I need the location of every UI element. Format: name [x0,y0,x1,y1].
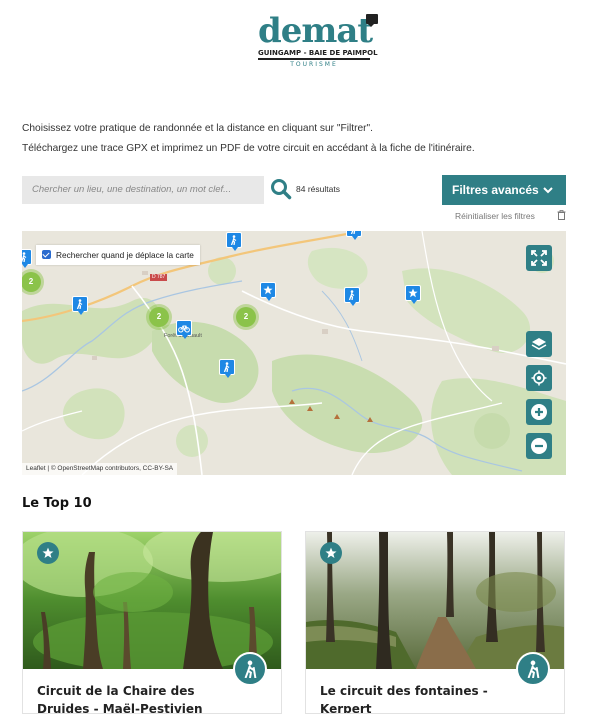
trail-photo [306,532,564,669]
trail-map[interactable]: Forêt de Duault D 787 Rechercher quand j… [22,231,566,475]
map-cluster[interactable]: 2 [149,307,169,327]
map-cluster[interactable]: 2 [236,307,256,327]
hiker-icon [230,235,237,245]
search-button[interactable] [270,178,292,200]
chevron-down-icon [543,187,553,194]
activity-badge [516,652,550,686]
map-marker[interactable] [346,231,362,240]
map-tiles [22,231,566,475]
logo-divider [258,58,370,60]
fullscreen-icon [531,250,547,266]
intro-line-2: Téléchargez une trace GPX et imprimez un… [22,143,475,154]
zoom-out-button[interactable] [526,433,552,459]
layers-button[interactable] [526,331,552,357]
map-marker[interactable] [260,282,276,301]
trail-title[interactable]: Le circuit des fontaines - Kerpert [320,682,520,713]
map-marker[interactable] [344,287,360,306]
locate-icon [531,370,547,386]
map-attribution[interactable]: Leaflet | © OpenStreetMap contributors, … [22,463,178,475]
search-input[interactable]: Chercher un lieu, une destination, un mo… [22,176,264,204]
intro-text: Choisissez votre pratique de randonnée e… [22,119,582,159]
featured-badge [320,542,342,564]
logo-tagline: TOURISME [290,61,338,68]
logo-badge [366,14,378,27]
hiker-icon [244,660,257,678]
fullscreen-button[interactable] [526,245,552,271]
locate-button[interactable] [526,365,552,391]
map-marker[interactable] [72,296,88,315]
featured-badge [37,542,59,564]
map-marker[interactable] [219,359,235,378]
star-icon [42,547,54,559]
trail-title[interactable]: Circuit de la Chaire des Druides - Maël-… [37,682,237,713]
search-on-move-label: Rechercher quand je déplace la carte [56,250,194,260]
star-icon [263,285,273,295]
intro-line-1: Choisissez votre pratique de randonnée e… [22,123,373,134]
hiker-icon [22,252,27,262]
hiker-icon [348,290,355,300]
reset-filters-link[interactable]: Réinitialiser les filtres [455,211,535,221]
result-count: 84 résultats [296,184,340,194]
search-on-move-checkbox[interactable]: Rechercher quand je déplace la carte [36,245,200,265]
map-marker[interactable] [226,232,242,251]
zoom-out-icon [531,438,547,454]
trail-photo [23,532,281,669]
trail-card[interactable]: Circuit de la Chaire des Druides - Maël-… [22,531,282,714]
zoom-in-icon [531,404,547,420]
checkbox-checked-icon [42,250,51,259]
map-marker[interactable] [176,320,192,339]
map-marker[interactable] [405,285,421,304]
logo-subtitle: GUINGAMP - BAIE DE PAIMPOL [258,49,378,57]
hiker-icon [527,660,540,678]
advanced-filters-button[interactable]: Filtres avancés [442,175,566,205]
advanced-filters-label: Filtres avancés [452,183,539,197]
map-marker[interactable] [22,249,32,268]
site-logo[interactable]: demat GUINGAMP - BAIE DE PAIMPOL TOURISM… [256,11,378,72]
hiker-icon [76,299,83,309]
hiker-icon [350,231,356,234]
star-icon [325,547,337,559]
zoom-in-button[interactable] [526,399,552,425]
map-cluster[interactable]: 2 [22,272,41,292]
activity-badge [233,652,267,686]
search-icon [271,179,292,200]
hiker-icon [223,362,230,372]
layers-icon [531,338,547,350]
bike-icon [178,325,190,333]
section-title-top10: Le Top 10 [22,496,92,511]
logo-word: demat [258,11,373,51]
star-icon [408,288,418,298]
map-road-label: D 787 [150,274,168,281]
trash-icon[interactable] [557,210,566,220]
trail-card[interactable]: Le circuit des fontaines - Kerpert [305,531,565,714]
